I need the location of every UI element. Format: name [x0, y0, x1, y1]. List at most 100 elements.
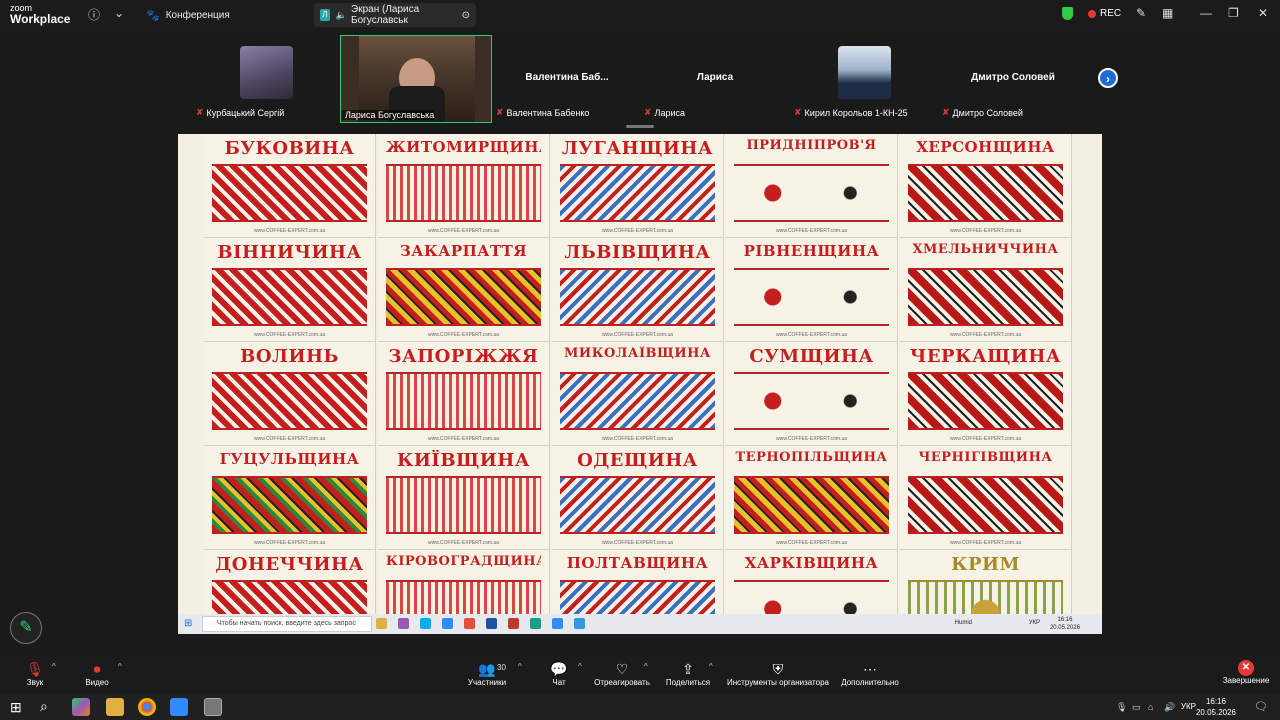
video-options-caret[interactable]: ^	[118, 662, 122, 671]
react-label: Отреагировать	[594, 678, 650, 687]
watermark-text: www.COFFEE-EXPERT.com.ua	[427, 332, 500, 338]
app-icon[interactable]	[204, 698, 222, 716]
notifications-icon[interactable]: 🗨	[1254, 700, 1268, 713]
region-title: МИКОЛАЇВЩИНА	[564, 346, 711, 361]
end-x-icon: ✕	[1238, 660, 1254, 676]
share-options-caret[interactable]: ^	[709, 662, 713, 671]
watermark-text: www.COFFEE-EXPERT.com.ua	[427, 228, 500, 234]
audio-label: Звук	[26, 678, 44, 687]
strip-resize-handle[interactable]	[626, 125, 654, 128]
rec-label: REC	[1100, 8, 1122, 19]
next-page-button[interactable]: ›	[1098, 68, 1118, 88]
windows-taskbar: ⊞ ⌕ 🎙 ▭ ⌂ 🔊 УКР 16:16 20.05.2026 🗨	[0, 694, 1280, 720]
region-title: ВОЛИНЬ	[240, 346, 339, 367]
region-title: ПРИДНІПРОВ'Я	[746, 138, 877, 153]
volume-icon[interactable]: 🔊	[1164, 702, 1175, 713]
region-title: РІВНЕНЩИНА	[743, 242, 880, 260]
network-icon[interactable]: ▭	[1132, 702, 1141, 713]
participant-big-name: Лариса	[696, 72, 734, 83]
participant-tile-active-speaker[interactable]: Лариса Богуславська	[340, 35, 492, 123]
participant-tag: Лариса Богуславська	[341, 110, 435, 120]
region-cell: ХЕРСОНЩИНА www.COFFEE-EXPERT.com.ua	[900, 134, 1072, 238]
chat-options-caret[interactable]: ^	[578, 662, 582, 671]
region-cell: ЗАКАРПАТТЯ www.COFFEE-EXPERT.com.ua	[378, 238, 550, 342]
video-button[interactable]: ⏺ Видео	[82, 660, 112, 687]
share-button[interactable]: ⇪ Поделиться	[664, 660, 712, 687]
embroidery-pattern	[386, 372, 541, 430]
participant-tile[interactable]: Валентина Баб... ✘ Валентина Бабенко	[492, 36, 642, 120]
view-icon[interactable]: ▦	[1162, 6, 1173, 20]
zoom-app-icon[interactable]	[170, 698, 188, 716]
heart-icon: ♡	[615, 661, 629, 677]
chat-icon: 💬	[550, 661, 568, 677]
restore-icon[interactable]: ❐	[1228, 6, 1239, 20]
region-title: ХЕРСОНЩИНА	[916, 138, 1055, 156]
search-icon[interactable]: ⌕	[40, 698, 48, 715]
annotate-pen-icon[interactable]: ✎	[1136, 6, 1146, 20]
region-title: КРИМ	[951, 554, 1020, 575]
remote-app-icon	[442, 618, 453, 629]
tab-conference-label: Конференция	[165, 9, 230, 21]
embroidery-pattern	[212, 372, 367, 430]
region-title: ЛУГАНЩИНА	[561, 138, 714, 159]
watermark-text: www.COFFEE-EXPERT.com.ua	[427, 540, 500, 546]
audio-options-caret[interactable]: ^	[52, 662, 56, 671]
chat-button[interactable]: 💬 Чат	[546, 660, 572, 687]
language-indicator[interactable]: УКР	[1181, 702, 1196, 711]
host-tools-button[interactable]: ⛨ Инструменты организатора	[724, 660, 832, 687]
region-title: ЗАПОРІЖЖЯ	[388, 346, 539, 367]
region-title: ВІННИЧИНА	[217, 242, 362, 263]
more-icon[interactable]: ⊙	[462, 10, 470, 21]
embroidery-pattern	[908, 268, 1063, 326]
remote-word-icon	[486, 618, 497, 629]
more-dots-icon: ⋯	[863, 661, 877, 677]
participant-photo	[240, 46, 293, 99]
remote-app-icon	[574, 618, 585, 629]
participant-tile[interactable]: Лариса ✘ Лариса	[640, 36, 790, 120]
network-icon[interactable]: ⌂	[1148, 702, 1153, 712]
remote-search-placeholder: Чтобы начать поиск, введите здесь запрос	[217, 620, 356, 627]
microphone-icon[interactable]: 🎙	[1116, 702, 1127, 713]
end-meeting-button[interactable]: ✕ Завершение	[1222, 660, 1270, 685]
tab-screen-share[interactable]: Л 🔈 Экран (Лариса Богуславськ ⊙	[314, 3, 476, 27]
participants-options-caret[interactable]: ^	[518, 662, 522, 671]
embroidery-pattern	[734, 164, 889, 222]
paw-icon: 🐾	[146, 9, 160, 22]
participant-tile[interactable]: ✘ Курбацький Сергій	[192, 36, 342, 120]
more-button[interactable]: ⋯ Дополнительно	[838, 660, 902, 687]
react-options-caret[interactable]: ^	[644, 662, 648, 671]
chrome-icon[interactable]	[138, 698, 156, 716]
file-explorer-icon[interactable]	[106, 698, 124, 716]
info-icon[interactable]: ⓘ	[88, 6, 100, 23]
region-cell: ЛЬВІВЩИНА www.COFFEE-EXPERT.com.ua	[552, 238, 724, 342]
region-cell: ТЕРНОПІЛЬЩИНА www.COFFEE-EXPERT.com.ua	[726, 446, 898, 550]
participant-strip: ✘ Курбацький Сергій Лариса Богуславська …	[0, 30, 1280, 123]
audio-button[interactable]: 🎙 Звук	[20, 660, 50, 687]
region-cell: ВОЛИНЬ www.COFFEE-EXPERT.com.ua	[204, 342, 376, 446]
region-cell: БУКОВИНА www.COFFEE-EXPERT.com.ua	[204, 134, 376, 238]
shared-screen: БУКОВИНА www.COFFEE-EXPERT.com.ua ЖИТОМИРЩ…	[178, 134, 1102, 634]
annotate-pencil-button[interactable]: ✎	[10, 612, 42, 644]
close-icon[interactable]: ✕	[1258, 6, 1268, 20]
host-tools-label: Инструменты организатора	[727, 678, 829, 687]
remote-edge-icon	[530, 618, 541, 629]
system-clock[interactable]: 16:16 20.05.2026	[1196, 696, 1236, 718]
participants-count: 30	[497, 663, 506, 672]
react-button[interactable]: ♡ Отреагировать	[592, 660, 652, 687]
embroidery-pattern	[908, 372, 1063, 430]
region-cell: ЖИТОМИРЩИНА www.COFFEE-EXPERT.com.ua	[378, 134, 550, 238]
region-title: ДОНЕЧЧИНА	[215, 554, 364, 575]
windows-start-icon[interactable]: ⊞	[10, 699, 22, 716]
participant-tile[interactable]: Дмитро Соловей ✘ Дмитро Соловей	[938, 36, 1088, 120]
tab-conference[interactable]: 🐾 Конференция	[140, 3, 236, 27]
region-title: ЛЬВІВЩИНА	[564, 242, 711, 263]
chevron-down-icon[interactable]: ⌄	[114, 6, 124, 20]
tab-screen-label: Экран (Лариса Богуславськ	[351, 4, 420, 26]
minimize-icon[interactable]: —	[1200, 6, 1212, 20]
participant-tile[interactable]: ✘ Кирил Корольов 1-КН-25	[790, 36, 940, 120]
security-shield-icon[interactable]	[1062, 7, 1073, 20]
region-cell: ХМЕЛЬНИЧЧИНА www.COFFEE-EXPERT.com.ua	[900, 238, 1072, 342]
watermark-text: www.COFFEE-EXPERT.com.ua	[601, 332, 674, 338]
copilot-icon[interactable]	[72, 698, 90, 716]
watermark-text: www.COFFEE-EXPERT.com.ua	[949, 332, 1022, 338]
